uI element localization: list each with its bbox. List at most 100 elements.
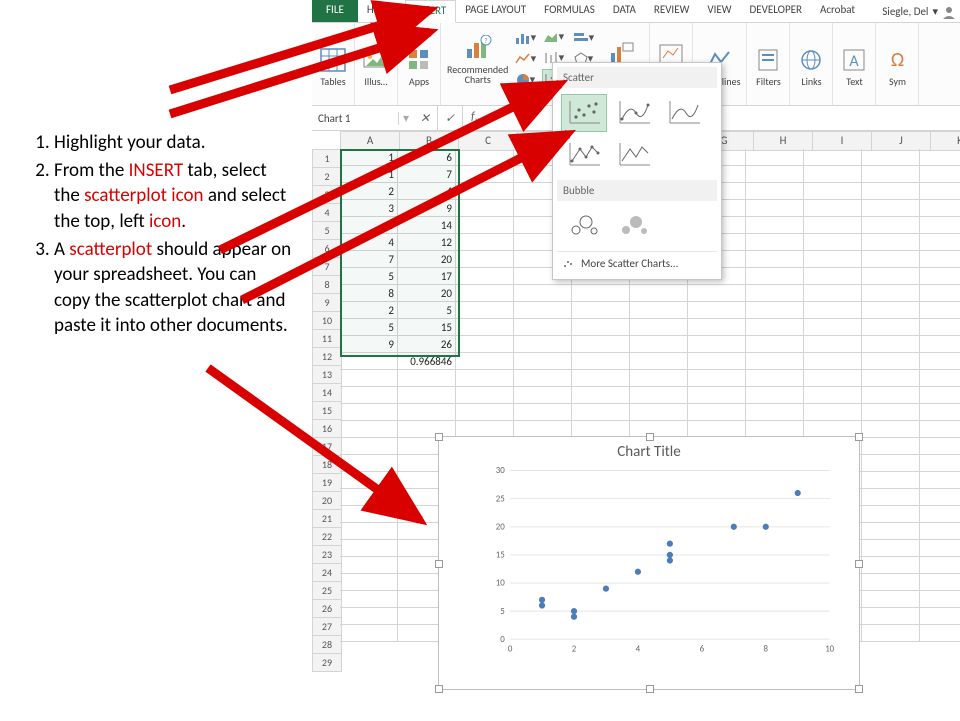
cell[interactable]: [746, 387, 804, 404]
cell[interactable]: 9: [398, 200, 456, 217]
cell[interactable]: [456, 285, 514, 302]
cell[interactable]: [862, 421, 920, 438]
cell[interactable]: [920, 217, 960, 234]
cell[interactable]: [456, 370, 514, 387]
cell[interactable]: [572, 387, 630, 404]
cell[interactable]: [514, 370, 572, 387]
row-header[interactable]: 17: [312, 438, 342, 456]
cell[interactable]: [862, 370, 920, 387]
cell[interactable]: [804, 183, 862, 200]
cell[interactable]: [746, 200, 804, 217]
cell[interactable]: [804, 200, 862, 217]
row-header[interactable]: 6: [312, 240, 342, 258]
cell[interactable]: [746, 268, 804, 285]
cell[interactable]: [688, 404, 746, 421]
row-header[interactable]: 22: [312, 528, 342, 546]
cell[interactable]: [920, 200, 960, 217]
cell[interactable]: [630, 302, 688, 319]
cell[interactable]: [688, 302, 746, 319]
cell[interactable]: [862, 149, 920, 166]
cell[interactable]: [804, 268, 862, 285]
row-header[interactable]: 2: [312, 168, 342, 186]
name-box[interactable]: Chart 1: [312, 112, 399, 125]
cell[interactable]: [572, 302, 630, 319]
cell[interactable]: [456, 404, 514, 421]
cell[interactable]: [456, 302, 514, 319]
row-header[interactable]: 12: [312, 348, 342, 366]
cell[interactable]: [920, 404, 960, 421]
cell[interactable]: [688, 370, 746, 387]
row-header[interactable]: 3: [312, 186, 342, 204]
row-header[interactable]: 8: [312, 276, 342, 294]
cell[interactable]: [340, 455, 398, 472]
cell[interactable]: [340, 625, 398, 642]
row-header[interactable]: 19: [312, 474, 342, 492]
cell[interactable]: [688, 387, 746, 404]
cell[interactable]: [398, 370, 456, 387]
cell[interactable]: [688, 285, 746, 302]
cell[interactable]: [572, 404, 630, 421]
cell[interactable]: [746, 166, 804, 183]
cell[interactable]: 8: [340, 285, 398, 302]
cell[interactable]: [630, 336, 688, 353]
recommended-charts-button[interactable]: ?Recommended Charts: [447, 32, 508, 85]
apps-button[interactable]: Apps: [404, 44, 434, 87]
tab-data[interactable]: DATA: [604, 0, 645, 22]
row-header[interactable]: 13: [312, 366, 342, 384]
cell[interactable]: [746, 404, 804, 421]
cell[interactable]: [920, 506, 960, 523]
scatter-lines-markers[interactable]: [561, 136, 607, 174]
row-header[interactable]: 20: [312, 492, 342, 510]
cell[interactable]: [456, 166, 514, 183]
cell[interactable]: [456, 149, 514, 166]
cell[interactable]: [920, 523, 960, 540]
cell[interactable]: [340, 557, 398, 574]
cell[interactable]: [572, 336, 630, 353]
cell[interactable]: [862, 506, 920, 523]
tables-button[interactable]: Tables: [318, 44, 348, 87]
cell[interactable]: [920, 387, 960, 404]
cell[interactable]: [340, 608, 398, 625]
cell[interactable]: [862, 217, 920, 234]
tab-acrobat[interactable]: Acrobat: [811, 0, 864, 22]
row-header[interactable]: 10: [312, 312, 342, 330]
row-header[interactable]: 15: [312, 402, 342, 420]
cell[interactable]: 3: [340, 200, 398, 217]
row-header[interactable]: 27: [312, 618, 342, 636]
cell[interactable]: [920, 608, 960, 625]
cell[interactable]: [862, 336, 920, 353]
cell[interactable]: [804, 217, 862, 234]
cell[interactable]: 17: [398, 268, 456, 285]
more-scatter-charts[interactable]: More Scatter Charts...: [557, 251, 717, 275]
cell[interactable]: [746, 234, 804, 251]
cell[interactable]: [688, 336, 746, 353]
cell[interactable]: [746, 302, 804, 319]
cell[interactable]: 4: [398, 183, 456, 200]
cell[interactable]: [920, 625, 960, 642]
cell[interactable]: 6: [398, 149, 456, 166]
cell[interactable]: [456, 268, 514, 285]
text-button[interactable]: AText: [839, 44, 869, 87]
cell[interactable]: [804, 149, 862, 166]
cell[interactable]: [746, 353, 804, 370]
cell[interactable]: 5: [340, 268, 398, 285]
col-header[interactable]: H: [754, 131, 813, 151]
cell[interactable]: [340, 489, 398, 506]
chart-title[interactable]: Chart Title: [439, 443, 859, 461]
cell[interactable]: [804, 404, 862, 421]
col-header[interactable]: K: [931, 131, 960, 151]
cell[interactable]: [862, 268, 920, 285]
filters-button[interactable]: Filters: [753, 44, 783, 87]
cell[interactable]: [920, 540, 960, 557]
cell[interactable]: [920, 370, 960, 387]
cell[interactable]: [920, 268, 960, 285]
row-header[interactable]: 11: [312, 330, 342, 348]
cell[interactable]: [340, 438, 398, 455]
cell[interactable]: [340, 353, 398, 370]
tab-review[interactable]: REVIEW: [645, 0, 699, 22]
cancel-formula-icon[interactable]: ✕: [413, 106, 438, 130]
cell[interactable]: [862, 591, 920, 608]
row-header[interactable]: 28: [312, 636, 342, 654]
cell[interactable]: [456, 336, 514, 353]
cell[interactable]: [746, 336, 804, 353]
